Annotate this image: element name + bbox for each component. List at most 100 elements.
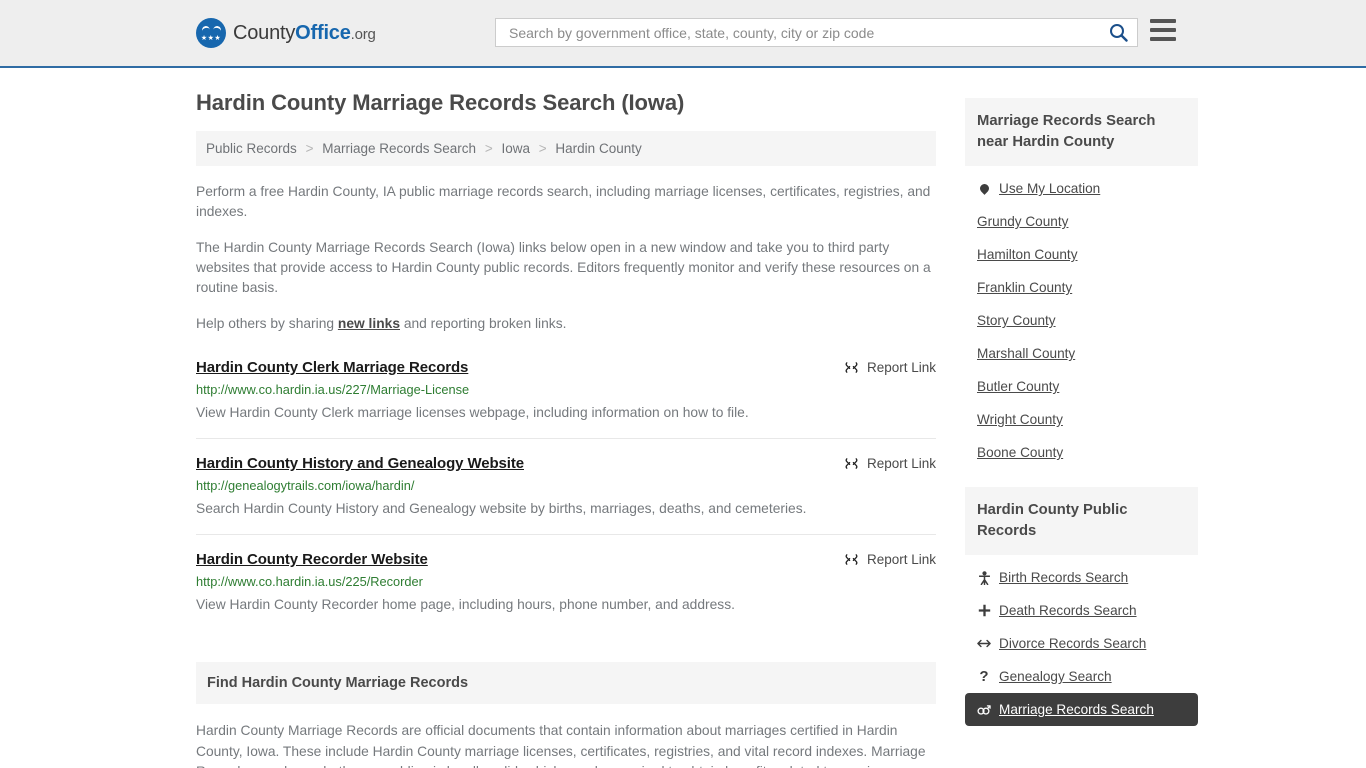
hamburger-menu-icon[interactable] — [1150, 19, 1176, 41]
public-records-list: Birth Records Search Death Records Searc… — [965, 555, 1198, 726]
sidebar-item-franklin-county[interactable]: Franklin County — [965, 271, 1198, 304]
main-content: Hardin County Marriage Records Search (I… — [196, 68, 936, 768]
breadcrumb-item-hardin-county[interactable]: Hardin County — [555, 141, 641, 156]
sidebar-item-label[interactable]: Divorce Records Search — [999, 636, 1146, 651]
search-icon — [1110, 24, 1128, 42]
link-row: Hardin County Clerk Marriage Records Rep… — [196, 359, 936, 376]
find-records-body: Hardin County Marriage Records are offic… — [196, 721, 936, 768]
intro-paragraph-1: Perform a free Hardin County, IA public … — [196, 184, 931, 219]
cross-icon — [977, 604, 991, 617]
breadcrumb: Public Records > Marriage Records Search… — [196, 131, 936, 166]
sidebar-item-label[interactable]: Story County — [977, 313, 1056, 328]
sidebar-item-label[interactable]: Marshall County — [977, 346, 1075, 361]
site-logo[interactable]: ★★★ CountyOffice.org — [196, 18, 376, 48]
list-item: Hardin County Clerk Marriage Records Rep… — [196, 359, 936, 438]
sidebar-item-label[interactable]: Wright County — [977, 412, 1063, 427]
resource-title-link[interactable]: Hardin County History and Genealogy Webs… — [196, 455, 524, 472]
resource-url: http://www.co.hardin.ia.us/227/Marriage-… — [196, 382, 470, 397]
hamburger-bar — [1150, 28, 1176, 32]
page-title: Hardin County Marriage Records Search (I… — [196, 90, 685, 115]
nearby-county-list: Use My Location Grundy County Hamilton C… — [965, 166, 1198, 469]
report-link-button[interactable]: Report Link — [844, 359, 936, 375]
eagle-wing-shape — [202, 26, 221, 34]
sidebar-item-marriage-records[interactable]: Marriage Records Search — [965, 693, 1198, 726]
baby-icon — [977, 570, 991, 585]
question-mark-icon: ? — [979, 668, 989, 685]
link-row: Hardin County History and Genealogy Webs… — [196, 455, 936, 472]
intro-p3-before: Help others by sharing — [196, 316, 338, 331]
intro-text: Perform a free Hardin County, IA public … — [196, 182, 936, 334]
male-female-icon — [977, 703, 991, 716]
hamburger-bar — [1150, 37, 1176, 41]
sidebar-item-wright-county[interactable]: Wright County — [965, 403, 1198, 436]
nearby-searches-heading: Marriage Records Search near Hardin Coun… — [965, 98, 1198, 166]
sidebar-item-label[interactable]: Death Records Search — [999, 603, 1137, 618]
breadcrumb-separator: > — [538, 141, 547, 156]
sidebar-item-label[interactable]: Birth Records Search — [999, 570, 1128, 585]
new-links-link[interactable]: new links — [338, 316, 400, 331]
sidebar-item-label[interactable]: Franklin County — [977, 280, 1072, 295]
sidebar-item-butler-county[interactable]: Butler County — [965, 370, 1198, 403]
breadcrumb-separator: > — [305, 141, 314, 156]
right-sidebar: Marriage Records Search near Hardin Coun… — [965, 68, 1198, 726]
report-link-button[interactable]: Report Link — [844, 455, 936, 471]
sidebar-item-label[interactable]: Genealogy Search — [999, 669, 1112, 684]
sidebar-item-story-county[interactable]: Story County — [965, 304, 1198, 337]
broken-link-icon — [845, 362, 858, 373]
intro-paragraph-2: The Hardin County Marriage Records Searc… — [196, 240, 931, 295]
intro-p3-after: and reporting broken links. — [400, 316, 567, 331]
sidebar-item-birth-records[interactable]: Birth Records Search — [965, 561, 1198, 594]
county-office-emblem-icon: ★★★ — [196, 18, 226, 48]
sidebar-item-marshall-county[interactable]: Marshall County — [965, 337, 1198, 370]
resource-link-list: Hardin County Clerk Marriage Records Rep… — [196, 359, 936, 630]
sidebar-item-label[interactable]: Grundy County — [977, 214, 1068, 229]
sidebar-item-death-records[interactable]: Death Records Search — [965, 594, 1198, 627]
breadcrumb-item-marriage-records-search[interactable]: Marriage Records Search — [322, 141, 476, 156]
sidebar-item-label[interactable]: Marriage Records Search — [999, 702, 1154, 717]
location-pin-icon — [977, 182, 991, 195]
report-link-label: Report Link — [866, 360, 936, 375]
site-header: ★★★ CountyOffice.org — [0, 0, 1366, 68]
search-box[interactable] — [495, 18, 1138, 47]
sidebar-item-label[interactable]: Boone County — [977, 445, 1063, 460]
broken-link-icon — [845, 458, 858, 469]
report-link-label: Report Link — [866, 456, 936, 471]
search-button[interactable] — [1106, 23, 1131, 42]
public-records-section: Hardin County Public Records Birth Recor… — [965, 487, 1198, 726]
resource-description: View Hardin County Recorder home page, i… — [196, 597, 735, 612]
sidebar-item-label[interactable]: Hamilton County — [977, 247, 1078, 262]
list-item: Hardin County Recorder Website Report Li… — [196, 534, 936, 630]
sidebar-item-label[interactable]: Use My Location — [999, 181, 1100, 196]
report-link-label: Report Link — [866, 552, 936, 567]
public-records-heading: Hardin County Public Records — [965, 487, 1198, 555]
resource-title-link[interactable]: Hardin County Recorder Website — [196, 551, 428, 568]
sidebar-item-genealogy-search[interactable]: ? Genealogy Search — [965, 660, 1198, 693]
sidebar-item-grundy-county[interactable]: Grundy County — [965, 205, 1198, 238]
report-link-button[interactable]: Report Link — [844, 551, 936, 567]
resource-title-link[interactable]: Hardin County Clerk Marriage Records — [196, 359, 468, 376]
breadcrumb-separator: > — [484, 141, 493, 156]
brand-tld: .org — [350, 25, 376, 43]
breadcrumb-item-public-records[interactable]: Public Records — [206, 141, 297, 156]
breadcrumb-item-iowa[interactable]: Iowa — [501, 141, 530, 156]
sidebar-item-use-my-location[interactable]: Use My Location — [965, 172, 1198, 205]
search-input[interactable] — [507, 23, 1106, 42]
find-records-paragraph: Hardin County Marriage Records are offic… — [196, 723, 926, 768]
resource-url: http://www.co.hardin.ia.us/225/Recorder — [196, 574, 423, 589]
sidebar-item-divorce-records[interactable]: Divorce Records Search — [965, 627, 1198, 660]
broken-link-icon — [845, 554, 858, 565]
sidebar-item-label[interactable]: Butler County — [977, 379, 1059, 394]
resource-description: View Hardin County Clerk marriage licens… — [196, 405, 749, 420]
brand-prefix: County — [233, 21, 296, 44]
hamburger-bar — [1150, 19, 1176, 23]
sidebar-item-boone-county[interactable]: Boone County — [965, 436, 1198, 469]
intro-paragraph-3: Help others by sharing new links and rep… — [196, 314, 936, 334]
resource-url: http://genealogytrails.com/iowa/hardin/ — [196, 478, 415, 493]
link-row: Hardin County Recorder Website Report Li… — [196, 551, 936, 568]
find-records-heading: Find Hardin County Marriage Records — [196, 662, 936, 704]
sidebar-item-hamilton-county[interactable]: Hamilton County — [965, 238, 1198, 271]
left-right-arrow-icon — [977, 638, 991, 649]
list-item: Hardin County History and Genealogy Webs… — [196, 438, 936, 534]
nearby-searches-section: Marriage Records Search near Hardin Coun… — [965, 98, 1198, 469]
page-body: Hardin County Marriage Records Search (I… — [0, 68, 1366, 768]
